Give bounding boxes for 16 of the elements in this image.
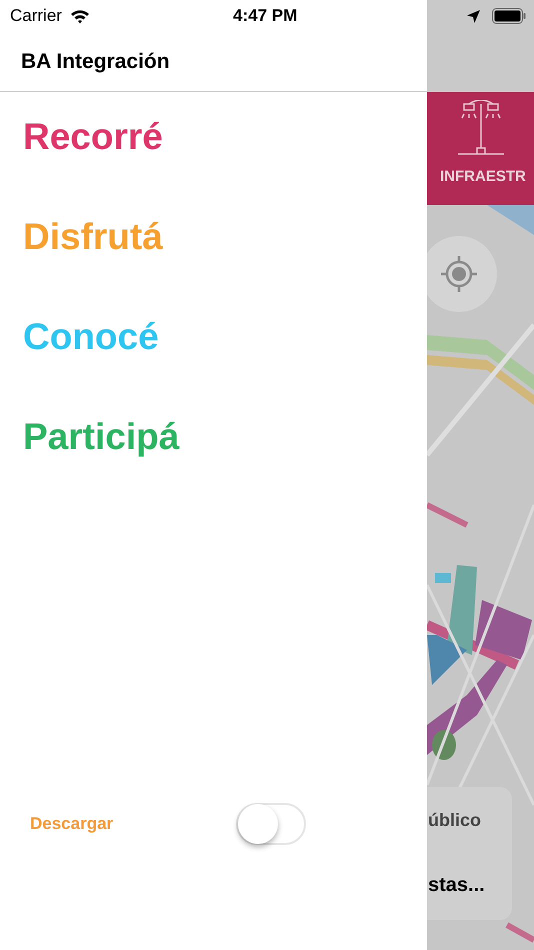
menu-item[interactable]: Conocé [23, 314, 159, 414]
card-text: úblico [427, 809, 482, 832]
download-label: Descargar [30, 813, 114, 836]
card-text: stas... [427, 873, 486, 898]
download-toggle[interactable] [236, 803, 306, 845]
location-arrow-icon [467, 10, 480, 22]
crosshair-icon [439, 254, 479, 294]
carrier-label: Carrier [10, 5, 62, 28]
battery-icon [492, 8, 526, 24]
time-label: 4:47 PM [233, 5, 298, 28]
menu-item[interactable]: Participá [23, 414, 180, 514]
menu-item[interactable]: Disfrutá [23, 214, 163, 314]
drawer-title: BA Integración [21, 48, 170, 75]
wifi-icon [70, 8, 90, 24]
menu-item[interactable]: Recorré [23, 114, 163, 214]
banner-label: INFRAESTR [439, 167, 526, 187]
